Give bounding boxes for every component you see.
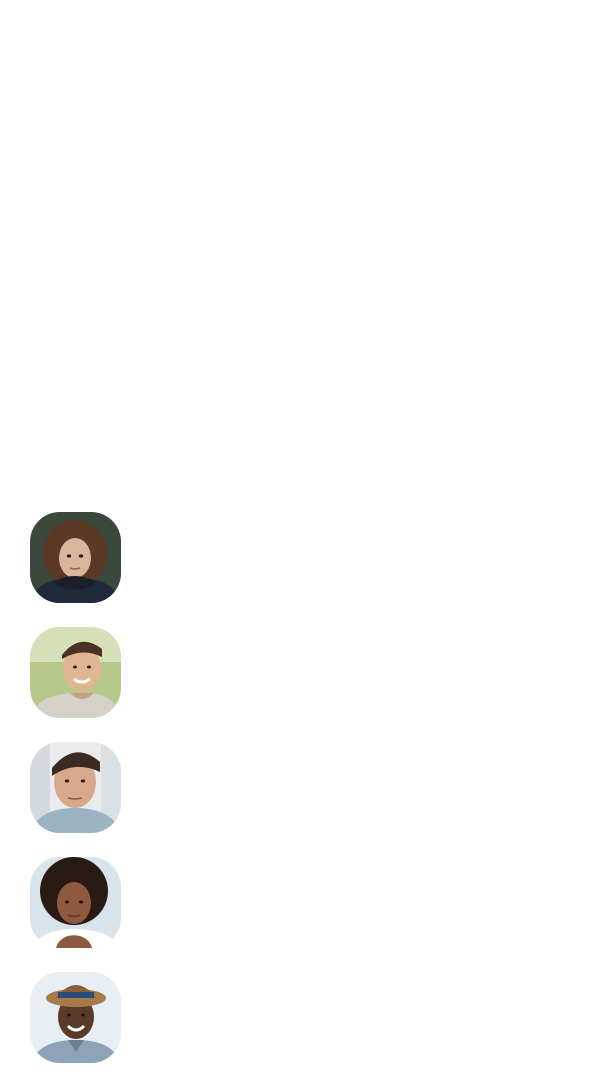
avatar-man-serious-image	[30, 742, 121, 833]
avatar[interactable]	[30, 857, 121, 948]
avatar-man-hat-smiling-image	[30, 972, 121, 1063]
avatar[interactable]	[30, 742, 121, 833]
avatar-woman-curly-brown-image	[30, 512, 121, 603]
empty-content-area	[0, 0, 612, 500]
avatar[interactable]	[30, 512, 121, 603]
avatar-man-smiling-outdoor-image	[30, 627, 121, 718]
avatar-woman-afro-image	[30, 857, 121, 948]
avatar[interactable]	[30, 972, 121, 1063]
avatar-list	[30, 512, 122, 1087]
avatar[interactable]	[30, 627, 121, 718]
